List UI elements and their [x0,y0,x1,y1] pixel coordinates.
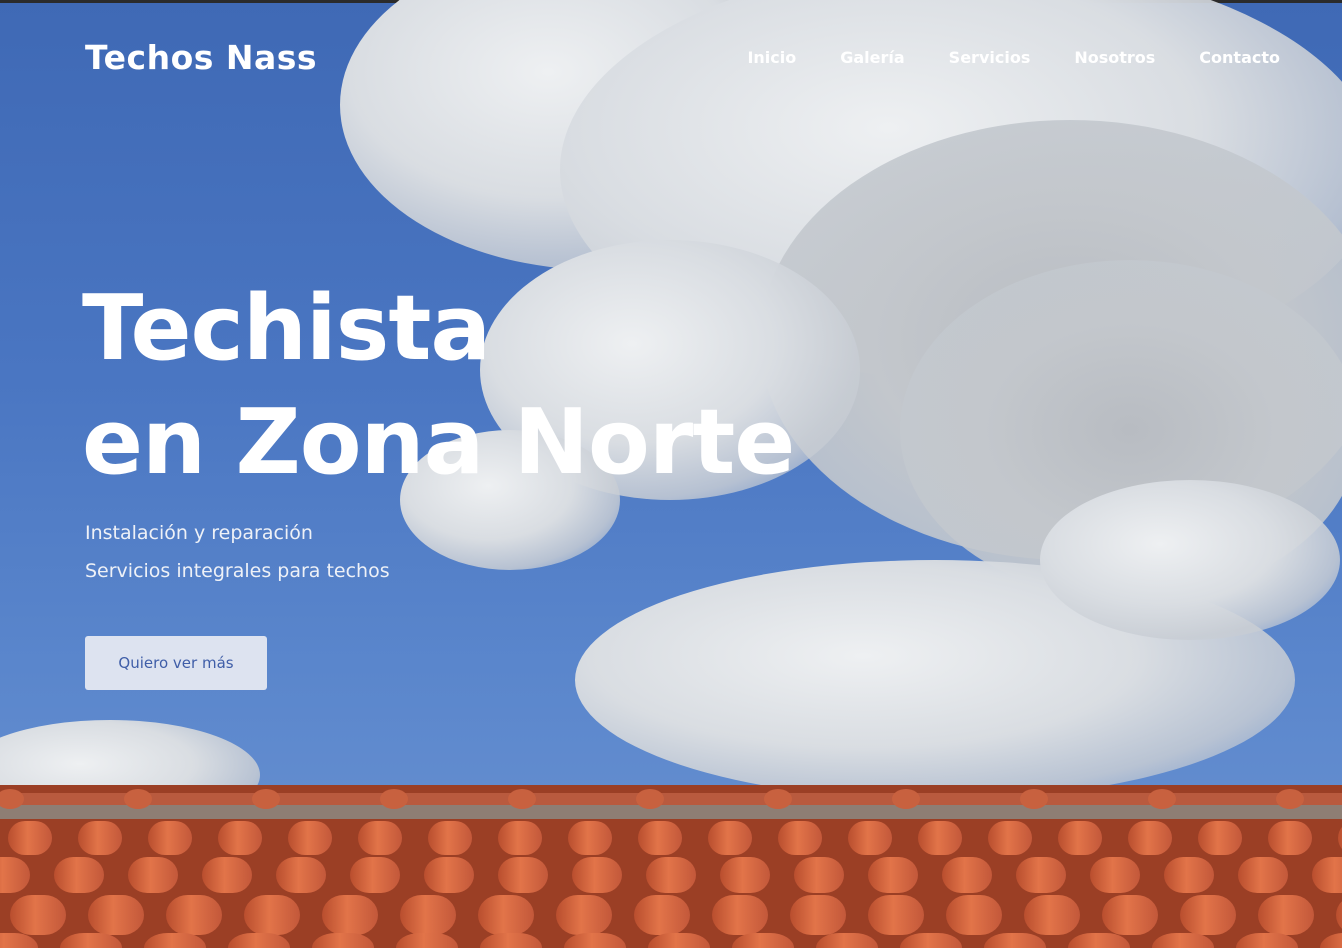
roof-tiles-image [0,785,1342,948]
nav-item-inicio[interactable]: Inicio [747,48,796,67]
nav-item-contacto[interactable]: Contacto [1199,48,1280,67]
cta-button[interactable]: Quiero ver más [85,636,267,690]
brand-logo[interactable]: Techos Nass [85,38,317,77]
hero-subtitle-line2: Servicios integrales para techos [85,560,390,582]
hero-headline-line1: Techista [82,276,491,381]
main-nav: Inicio Galería Servicios Nosotros Contac… [747,48,1280,67]
nav-item-galeria[interactable]: Galería [840,48,904,67]
hero-subtitle-line1: Instalación y reparación [85,522,313,544]
hero-section: Techos Nass Inicio Galería Servicios Nos… [0,0,1342,948]
hero-headline: Techista en Zona Norte [82,272,795,500]
hero-subtitle: Instalación y reparación Servicios integ… [85,514,390,590]
hero-headline-line2: en Zona Norte [82,390,795,495]
nav-item-nosotros[interactable]: Nosotros [1074,48,1155,67]
nav-item-servicios[interactable]: Servicios [949,48,1031,67]
